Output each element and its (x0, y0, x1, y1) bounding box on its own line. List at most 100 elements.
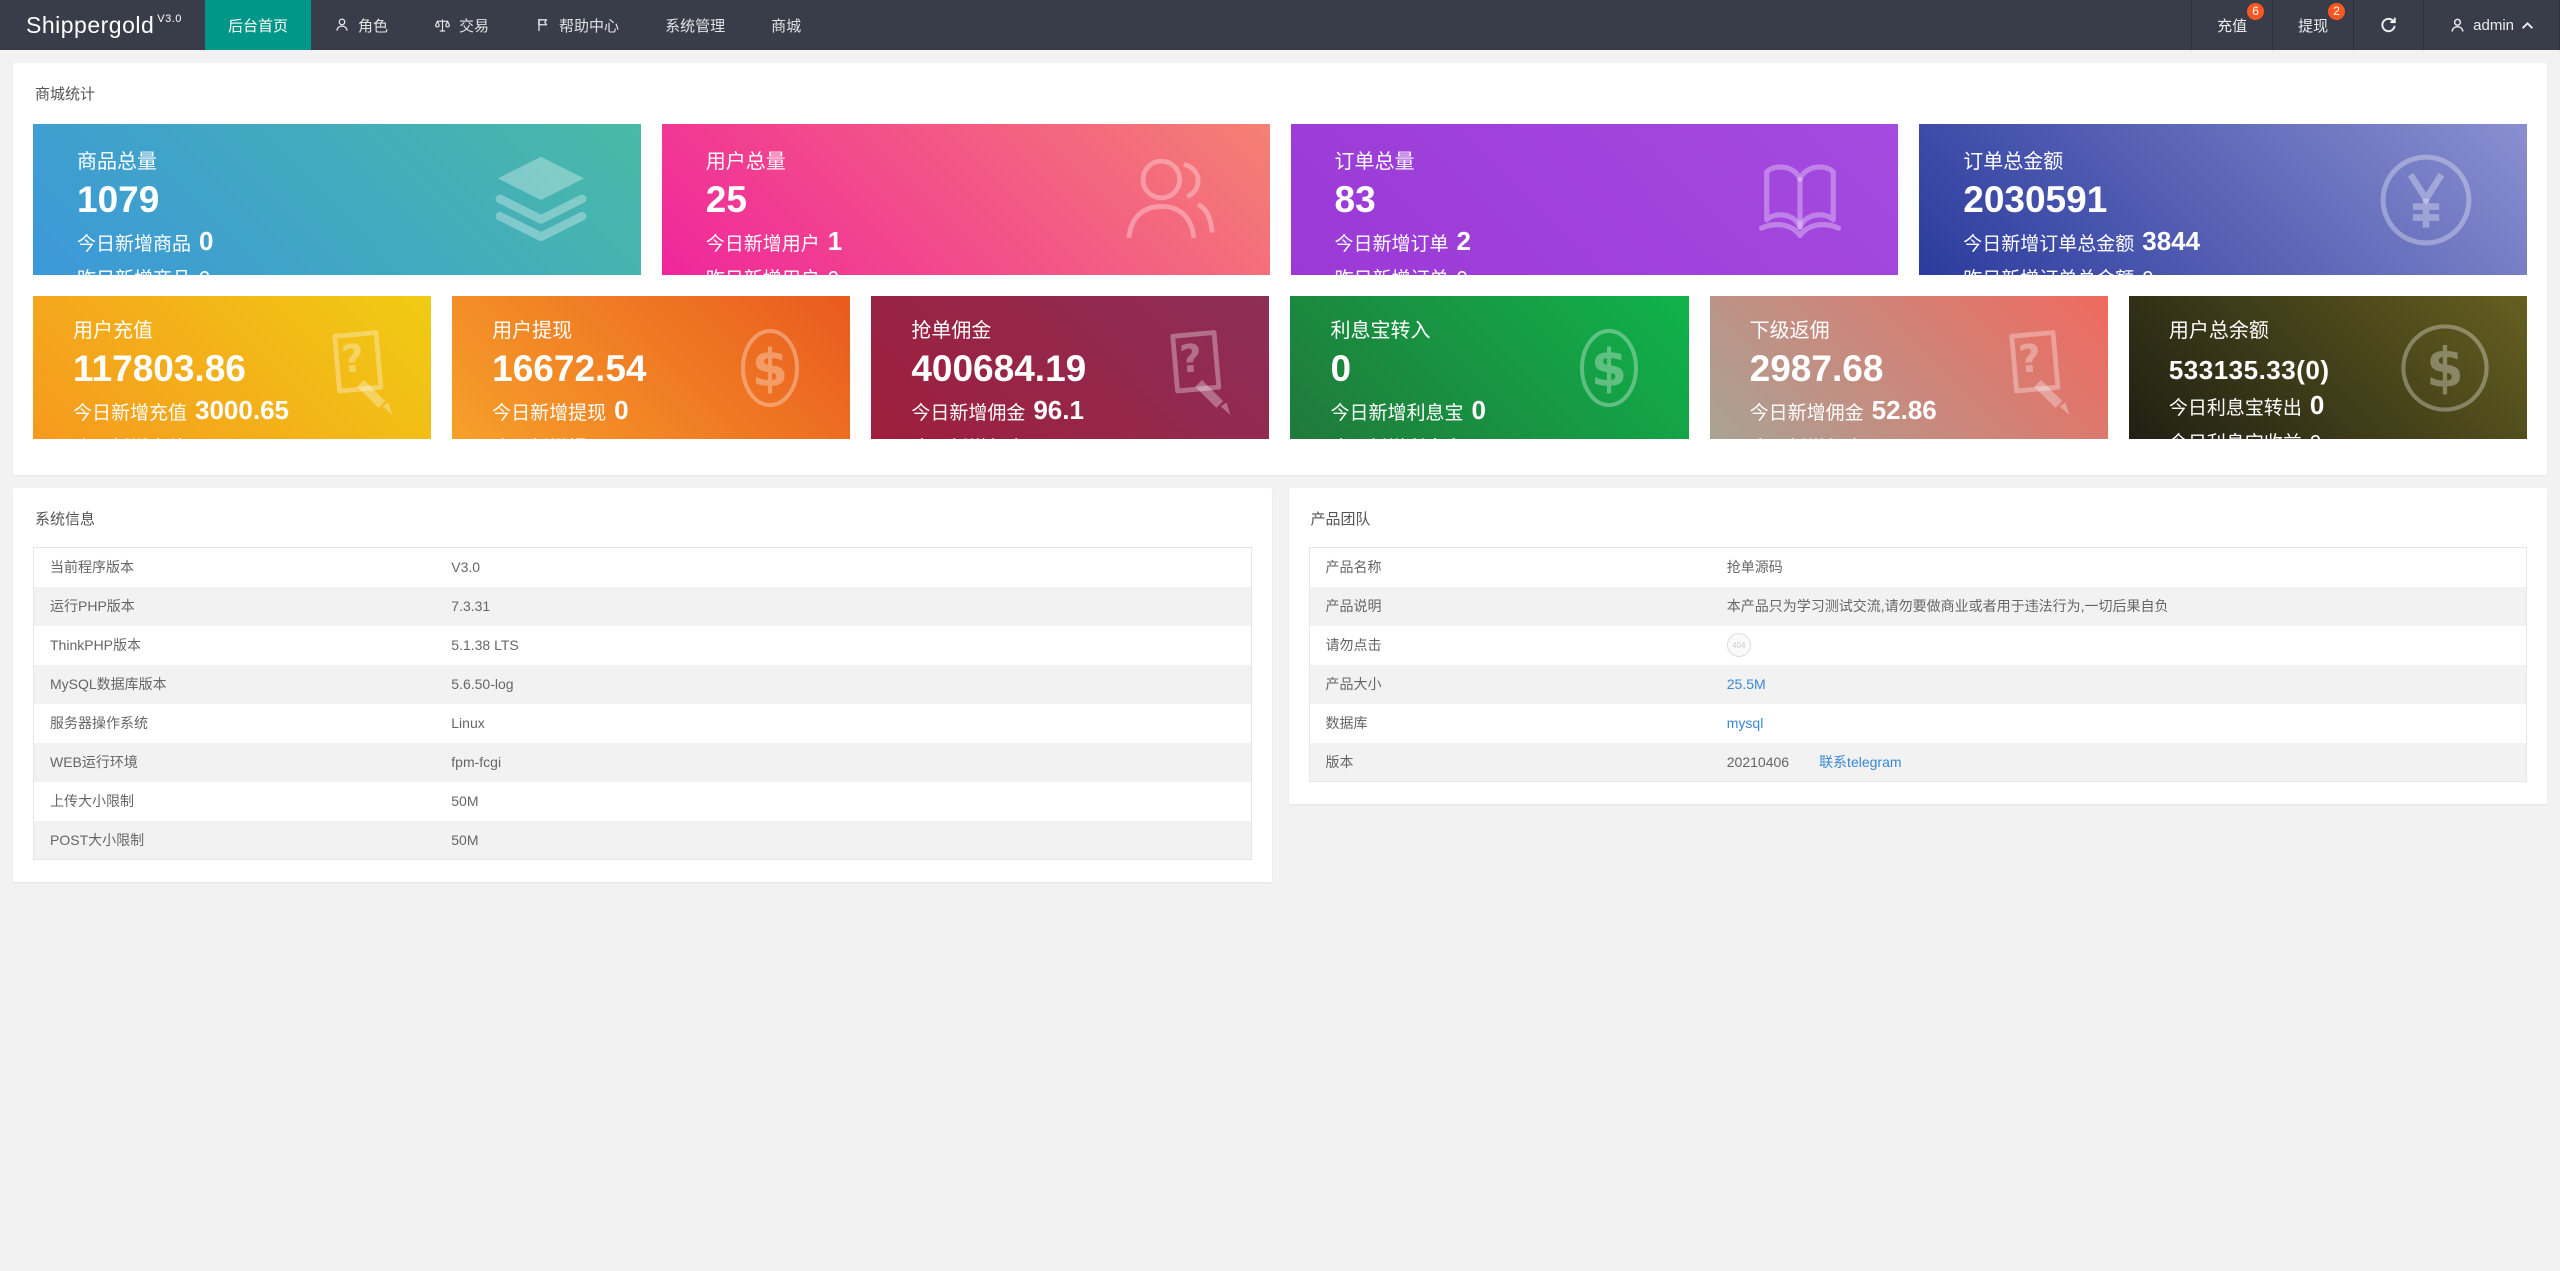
user-menu[interactable]: admin (2423, 0, 2560, 50)
product-team-link[interactable]: 联系telegram (1819, 754, 1901, 770)
stat-card-subline: 昨日新增订单总金额 0 (1963, 264, 2527, 275)
nav-item-roles[interactable]: 角色 (311, 0, 411, 50)
refresh-button[interactable] (2353, 0, 2423, 50)
system-info-row: 上传大小限制 50M (34, 782, 1252, 821)
stat-card-interest-in: 利息宝转入0今日新增利息宝0昨日新增利息宝0$ (1290, 296, 1689, 439)
system-info-row: ThinkPHP版本 5.1.38 LTS (34, 626, 1252, 665)
app-logo[interactable]: Shippergold V3.0 (0, 0, 205, 50)
product-team-row: 产品名称 抢单源码 (1309, 548, 2527, 587)
stat-card-subline-value: 0 (828, 269, 839, 275)
nav-item-label: 后台首页 (228, 17, 289, 35)
product-team-title: 产品团队 (1310, 511, 1371, 528)
system-info-row-value: 5.6.50-log (451, 676, 514, 692)
user-avatar-icon (2449, 17, 2466, 34)
stat-card-subline-label: 今日利息宝转出 (2168, 398, 2302, 420)
book-icon (1748, 148, 1852, 252)
stat-card-subline-label: 昨日新增佣金 (911, 433, 1025, 439)
stat-card-subline-value: 0 (2309, 390, 2325, 421)
stat-card-subline-value: 0 (2142, 269, 2153, 275)
stat-card-orders-total: 订单总量83今日新增订单2昨日新增订单0 (1290, 124, 1899, 275)
system-info-row: WEB运行环境 fpm-fcgi (33, 742, 1251, 782)
nav-item-label: 商城 (771, 17, 802, 35)
stats-panel: 商城统计 商品总量1079今日新增商品0昨日新增商品0用户总量25今日新增用户1… (13, 63, 2547, 475)
stat-card-subline-value: 0 (1457, 269, 1468, 275)
product-team-row-label: 产品说明 (1325, 598, 1382, 614)
stat-card-subline-value: 0 (1471, 394, 1486, 425)
system-info-row-value: V3.0 (451, 559, 481, 576)
stat-card-subline-value: 0 (2310, 433, 2321, 439)
svg-text:$: $ (2426, 336, 2464, 399)
stat-card-subline-label: 昨日新增佣金 (1750, 433, 1864, 439)
stat-card-subline-value: 2 (1456, 225, 1471, 256)
stat-card-subline: 今日利息宝收益 0 (2169, 428, 2527, 439)
stat-card-subline-label: 昨日新增利息宝 (1330, 433, 1463, 439)
navbar-right: 充值 6 提现 2 admin (2191, 0, 2560, 50)
survey-icon: ? (1982, 320, 2078, 416)
nav-item-label: 角色 (358, 17, 389, 35)
product-team-row: 请勿点击 404 (1309, 626, 2527, 665)
stat-card-subline: 昨日新增佣金 0 (911, 433, 1269, 439)
product-team-table: 产品名称 抢单源码产品说明 本产品只为学习测试交流,请勿要做商业或者用于违法行为,一… (1308, 547, 2527, 782)
stat-card-order-commission: 抢单佣金400684.19今日新增佣金96.1昨日新增佣金0? (871, 296, 1270, 439)
stat-card-subline-value: 0 (1033, 438, 1044, 439)
stat-card-subline-label: 昨日新增订单总金额 (1963, 264, 2134, 275)
recharge-badge: 6 (2247, 3, 2265, 20)
stat-card-subline-label: 今日新增用户 (705, 233, 820, 255)
stats-cards-row1: 商品总量1079今日新增商品0昨日新增商品0用户总量25今日新增用户1昨日新增用… (33, 124, 2527, 275)
stat-card-users-total: 用户总量25今日新增用户1昨日新增用户0 (661, 124, 1270, 275)
product-team-row-label: 产品名称 (1325, 559, 1382, 576)
stat-card-subline-label: 今日新增佣金 (1749, 402, 1864, 424)
stat-card-subline-value: 52.86 (1871, 394, 1937, 425)
recharge-nav-item[interactable]: 充值 6 (2191, 0, 2272, 50)
stat-card-subline-label: 昨日新增商品 (77, 264, 191, 275)
app-logo-text: Shippergold (26, 11, 155, 38)
product-team-row-value: 25.5M (1711, 665, 2527, 704)
layers-icon (487, 146, 595, 254)
stat-card-subline-value: 0 (199, 269, 210, 275)
scales-icon (434, 17, 451, 34)
nav-item-trade[interactable]: 交易 (411, 0, 512, 50)
nav-item-home[interactable]: 后台首页 (205, 0, 312, 50)
stats-panel-title: 商城统计 (35, 86, 96, 103)
stat-card-subline-value: 3844 (2142, 225, 2201, 256)
dollar-oval-icon: $ (720, 318, 820, 418)
users-icon (1116, 146, 1224, 254)
product-team-row-value: 抢单源码 (1711, 548, 2527, 587)
stat-card-subline: 昨日新增订单 0 (1335, 264, 1899, 275)
stat-card-subline-value: 0 (1472, 438, 1483, 439)
stat-card-subline: 昨日新增用户 0 (706, 264, 1270, 275)
nav-item-help[interactable]: 帮助中心 (512, 0, 642, 50)
nav-item-mall[interactable]: 商城 (748, 0, 824, 50)
withdraw-nav-item[interactable]: 提现 2 (2272, 0, 2353, 50)
product-team-row: 产品说明 本产品只为学习测试交流,请勿要做商业或者用于违法行为,一切后果自负 (1309, 586, 2527, 626)
system-info-row-value: Linux (451, 715, 485, 731)
stat-card-subline-label: 昨日新增充值 (73, 433, 187, 439)
svg-text:?: ? (1178, 336, 1204, 383)
stat-card-subline-label: 昨日新增提现 (492, 433, 606, 439)
stat-card-subline-label: 今日新增提现 (492, 402, 607, 424)
recharge-label: 充值 (2217, 17, 2248, 35)
stat-card-subline-label: 今日新增利息宝 (1330, 402, 1464, 424)
system-info-panel: 系统信息 当前程序版本 V3.0 运行PHP版本 7.3.31 ThinkPHP版本 5.… (13, 488, 1272, 882)
system-info-row-label: POST大小限制 (50, 831, 145, 848)
product-team-link[interactable]: mysql (1727, 715, 1764, 731)
product-team-row-value: 本产品只为学习测试交流,请勿要做商业或者用于违法行为,一切后果自负 (1711, 587, 2527, 626)
svg-text:?: ? (2017, 336, 2043, 383)
product-team-link[interactable]: 25.5M (1727, 676, 1766, 692)
flag-icon (535, 17, 551, 33)
system-info-row-value: 50M (451, 831, 479, 848)
system-info-row: 服务器操作系统 Linux (34, 704, 1252, 743)
system-info-row-value: 5.1.38 LTS (451, 637, 519, 653)
stat-card-user-balance: 用户总余额533135.33(0)今日利息宝转出0今日利息宝收益0$ (2128, 296, 2527, 439)
nav-item-system[interactable]: 系统管理 (642, 0, 748, 50)
product-team-row-value: 20210406 联系telegram (1711, 743, 2527, 782)
stat-card-orders-amount: 订单总金额2030591今日新增订单总金额3844昨日新增订单总金额0 (1919, 124, 2527, 275)
system-info-row: POST大小限制 50M (33, 820, 1251, 860)
product-team-row: 产品大小 25.5M (1309, 664, 2527, 704)
system-info-row: MySQL数据库版本 5.6.50-log (33, 664, 1251, 704)
do-not-click-404-icon[interactable]: 404 (1726, 633, 1751, 657)
stat-card-subline: 昨日新增提现 0 (492, 433, 850, 439)
stat-card-subline-label: 今日新增充值 (73, 402, 188, 424)
product-team-row-label: 请勿点击 (1325, 637, 1382, 653)
system-info-row: 当前程序版本 V3.0 (34, 548, 1252, 587)
